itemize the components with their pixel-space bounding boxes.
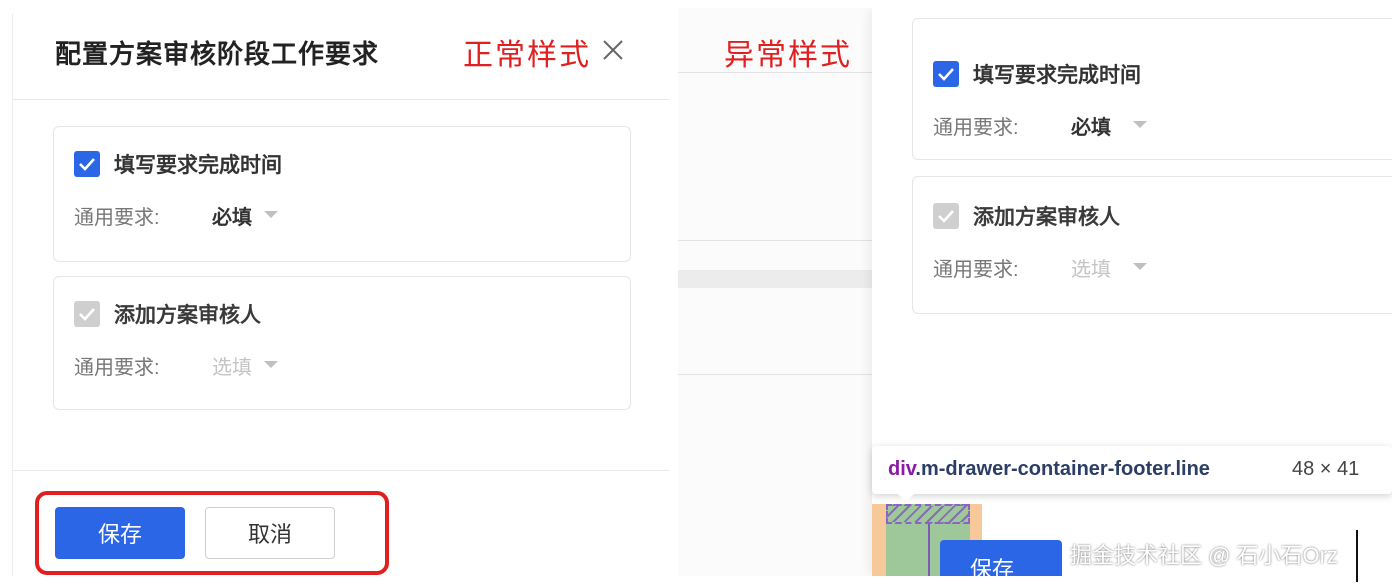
requirement-select[interactable]: 选填 [212, 351, 252, 380]
tooltip-arrow [896, 492, 916, 502]
text-cursor [1356, 530, 1358, 582]
tooltip-tag: div [888, 458, 916, 480]
tooltip-class: .m-drawer-container-footer.line [915, 458, 1210, 480]
card-title: 填写要求完成时间 [114, 154, 282, 177]
requirement-card-reviewer: 添加方案审核人 通用要求: 选填 [53, 276, 631, 410]
checkbox-checked-icon[interactable] [74, 151, 100, 177]
caret-down-icon[interactable] [264, 211, 278, 218]
drawer-title: 配置方案审核阶段工作要求 [55, 39, 380, 69]
requirement-select[interactable]: 必填 [1071, 111, 1111, 140]
requirement-label: 通用要求: [74, 207, 160, 229]
save-button-overflowed[interactable]: 保存 [940, 540, 1062, 576]
abnormal-drawer-view: 异常样式 填写要求完成时间 通用要求: 必填 添加方案审核人 通用要求: 选填 … [678, 8, 1392, 576]
caret-down-icon[interactable] [1133, 263, 1147, 270]
background-divider [678, 240, 872, 241]
cancel-button[interactable]: 取消 [205, 507, 335, 559]
background-divider [678, 374, 872, 375]
requirement-label: 通用要求: [933, 117, 1019, 139]
caret-down-icon[interactable] [264, 361, 278, 368]
caret-down-icon[interactable] [1133, 121, 1147, 128]
requirement-card-reviewer: 添加方案审核人 通用要求: 选填 [912, 176, 1392, 314]
card-title: 添加方案审核人 [114, 304, 261, 327]
normal-style-annotation: 正常样式 [463, 39, 591, 72]
save-button[interactable]: 保存 [55, 507, 185, 559]
drawer-header: 配置方案审核阶段工作要求 正常样式 [13, 14, 669, 100]
close-icon[interactable] [601, 38, 625, 62]
abnormal-style-annotation: 异常样式 [724, 39, 852, 72]
devtools-guide-line [928, 524, 930, 576]
requirement-label: 通用要求: [933, 259, 1019, 281]
tooltip-size: 48 × 41 [1292, 458, 1360, 480]
watermark: 掘金技术社区 @ 石小石Orz [1070, 543, 1338, 568]
devtools-inspect-tooltip: div.m-drawer-container-footer.line 48 × … [872, 446, 1392, 494]
requirement-select[interactable]: 必填 [212, 201, 252, 230]
card-title: 填写要求完成时间 [973, 64, 1141, 87]
requirement-card-completion-time: 填写要求完成时间 通用要求: 必填 [912, 18, 1392, 160]
devtools-element-outline [886, 504, 970, 524]
normal-drawer: 配置方案审核阶段工作要求 正常样式 填写要求完成时间 通用要求: 必填 添加方案… [12, 14, 669, 576]
requirement-label: 通用要求: [74, 357, 160, 379]
checkbox-disabled-icon [933, 203, 959, 229]
background-row [678, 270, 872, 288]
requirement-select[interactable]: 选填 [1071, 253, 1111, 282]
checkbox-checked-icon[interactable] [933, 61, 959, 87]
drawer-footer: 保存 取消 [13, 470, 669, 576]
checkbox-disabled-icon [74, 301, 100, 327]
tooltip-selector: div.m-drawer-container-footer.line [888, 458, 1210, 481]
card-title: 添加方案审核人 [973, 206, 1120, 229]
requirement-card-completion-time: 填写要求完成时间 通用要求: 必填 [53, 126, 631, 262]
